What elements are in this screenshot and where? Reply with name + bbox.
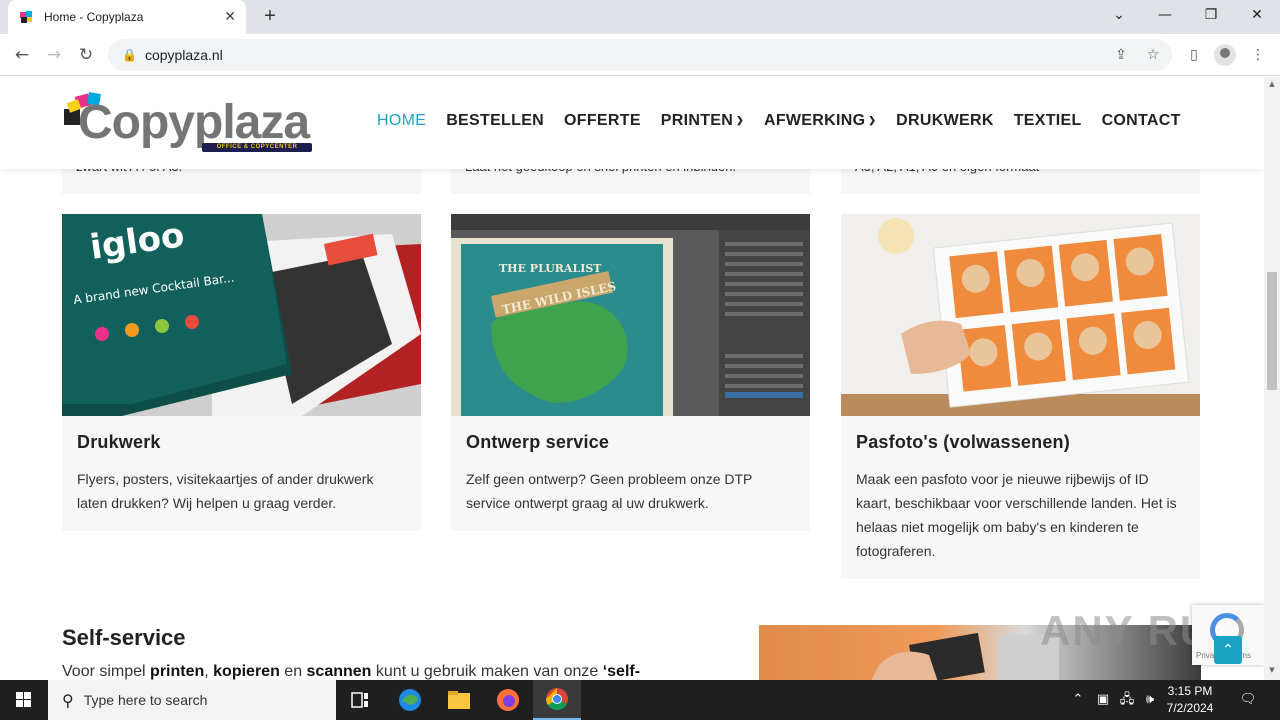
nav-afwerking[interactable]: AFWERKING ❯ [764,112,876,130]
intro-text: Voor simpel [62,663,151,680]
service-card-pasfotos[interactable]: Pasfoto's (volwassenen) Maak een pasfoto… [841,214,1200,579]
card-description: Maak een pasfoto voor je nieuwe rijbewij… [856,471,1177,559]
page-scrollbar[interactable]: ▲ ▼ [1264,77,1280,680]
browser-toolbar: ← → ↻ 🔒 copyplaza.nl ⇪ ☆ ▯ ⋮ [0,34,1280,76]
intro-bold: printen [150,663,205,680]
card-title[interactable]: Pasfoto's (volwassenen) [856,432,1185,453]
clock-time: 3:15 PM [1167,684,1213,698]
design-software-image: THE PLURALIST THE WILD ISLES [451,214,810,416]
address-bar[interactable]: 🔒 copyplaza.nl ⇪ ☆ [108,39,1172,71]
tab-title: Home - Copyplaza [44,10,144,24]
copyplaza-logo[interactable]: Copyplaza OFFICE & COPYCENTER [62,91,314,155]
tab-search-button[interactable]: ⌄ [1096,0,1142,30]
intro-bold: ‘self- [602,663,641,680]
nav-printen[interactable]: PRINTEN ❯ [661,112,744,130]
card-title[interactable]: Drukwerk [77,432,406,453]
forward-arrow-icon[interactable]: → [42,43,66,67]
volume-icon[interactable]: 🕪 [1140,680,1160,720]
scrollbar-thumb[interactable] [1267,272,1277,390]
address-url: copyplaza.nl [144,47,223,63]
nav-printen-label: PRINTEN [660,112,734,129]
nav-home[interactable]: HOME [377,112,426,130]
firefox-icon[interactable] [484,680,532,720]
chrome-icon[interactable] [533,680,581,720]
windows-taskbar: ⚲ Type here to search ⌃ ▣ 🖧 🕪 3:15 PM 7/… [0,680,1280,720]
close-window-button[interactable]: ✕ [1234,0,1280,30]
task-view-icon[interactable] [336,680,384,720]
nav-drukwerk[interactable]: DRUKWERK [896,112,994,130]
site-header: Copyplaza OFFICE & COPYCENTER HOME BESTE… [0,77,1264,169]
logo-wordmark: Copyplaza [78,96,310,149]
scroll-up-arrow-icon[interactable]: ▲ [1267,80,1277,88]
notifications-icon[interactable]: 🗨 [1234,680,1262,720]
intro-bold: scannen [306,663,372,680]
flyers-image: igloo A brand new Cocktail Bar... [62,214,421,416]
maximize-button[interactable]: ❐ [1188,0,1234,30]
back-arrow-icon[interactable]: ← [10,43,34,67]
section-intro: Voor simpel printen, kopieren en scannen… [62,663,742,680]
share-icon[interactable]: ⇪ [1112,46,1130,64]
tab-close-icon[interactable]: ✕ [224,9,236,25]
tray-device-icon[interactable]: ▣ [1093,680,1113,720]
intro-text: , [204,663,214,680]
scroll-down-arrow-icon[interactable]: ▼ [1267,666,1277,674]
logo-tagline: OFFICE & COPYCENTER [202,143,312,152]
chevron-down-icon: ❯ [736,115,744,125]
clock-date: 7/2/2024 [1166,701,1214,715]
system-clock[interactable]: 3:15 PM 7/2/2024 [1160,683,1220,717]
menu-dots-icon[interactable]: ⋮ [1248,45,1268,65]
search-placeholder: Type here to search [83,692,208,708]
main-nav: HOME BESTELLEN OFFERTE PRINTEN ❯ AFWERKIN… [377,112,1181,130]
copyplaza-favicon-icon [20,11,32,23]
windows-logo-icon [16,692,31,707]
nav-contact[interactable]: CONTACT [1102,112,1181,130]
edge-browser-icon[interactable] [386,680,434,720]
service-card-drukwerk[interactable]: igloo A brand new Cocktail Bar... Drukwe… [62,214,421,531]
taskbar-search-box[interactable]: ⚲ Type here to search [48,680,336,720]
nav-textiel[interactable]: TEXTIEL [1014,112,1082,130]
intro-text: kunt u gebruik maken van onze [371,663,603,680]
nav-afwerking-label: AFWERKING [763,112,866,129]
minimize-button[interactable]: — [1142,0,1188,30]
card-description: Zelf geen ontwerp? Geen probleem onze DT… [466,471,753,511]
passport-photos-image [841,214,1200,416]
intro-bold: kopieren [213,663,280,680]
poster-title: THE PLURALIST [499,262,602,275]
tray-chevron-icon[interactable]: ⌃ [1068,680,1088,720]
network-icon[interactable]: 🖧 [1116,680,1138,720]
nav-offerte[interactable]: OFFERTE [564,112,641,130]
lock-icon: 🔒 [122,48,137,62]
bookmark-star-icon[interactable]: ☆ [1144,46,1162,64]
new-tab-button[interactable]: + [258,4,282,28]
service-card-ontwerp[interactable]: THE PLURALIST THE WILD ISLES Ontwerp ser… [451,214,810,531]
side-panel-icon[interactable]: ▯ [1184,45,1204,65]
reload-icon[interactable]: ↻ [74,43,98,67]
page-viewport: zwart wit A4 of A3. Laat het goedkoop en… [0,77,1264,680]
card-description: Flyers, posters, visitekaartjes of ander… [77,471,374,511]
scroll-to-top-button[interactable]: ⌃ [1214,636,1242,664]
search-icon: ⚲ [62,690,74,710]
chevron-down-icon: ❯ [868,115,877,125]
windows-start-button[interactable] [0,680,48,720]
file-explorer-icon[interactable] [435,680,483,720]
section-title: Self-service [62,625,186,650]
intro-text: en [279,663,307,680]
browser-tab-bar: Home - Copyplaza ✕ + ⌄ — ❐ ✕ [0,0,1280,34]
profile-avatar-icon[interactable] [1214,44,1236,66]
browser-tab[interactable]: Home - Copyplaza ✕ [8,0,246,34]
nav-bestellen[interactable]: BESTELLEN [446,112,544,130]
card-title[interactable]: Ontwerp service [466,432,795,453]
